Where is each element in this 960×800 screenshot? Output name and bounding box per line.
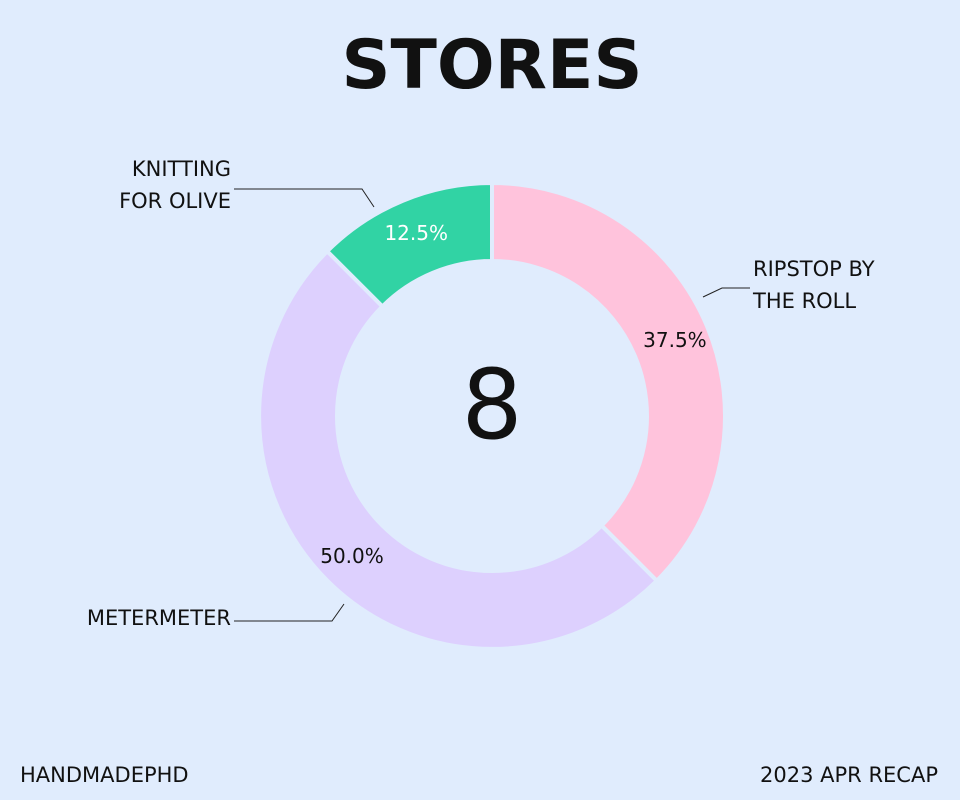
footer-recap-date: 2023 APR RECAP xyxy=(760,763,938,787)
percent-label-ripstop-by-the-roll: 37.5% xyxy=(643,328,707,352)
percent-label-metermeter: 50.0% xyxy=(320,544,384,568)
footer-brand: HANDMADEPHD xyxy=(20,763,189,787)
leader-line-metermeter xyxy=(234,603,345,622)
percent-label-knitting-for-olive: 12.5% xyxy=(384,221,448,245)
category-label-ripstop-by-the-roll: RIPSTOP BY THE ROLL xyxy=(752,257,875,313)
category-label-metermeter: METERMETER xyxy=(87,606,231,630)
category-label-knitting-for-olive: KNITTING FOR OLIVE xyxy=(119,157,231,213)
stores-donut-chart: STORES 37.5% 50.0% 12.5% RIPSTOP BY THE ROL… xyxy=(20,26,938,787)
center-total-value: 8 xyxy=(461,349,522,461)
chart-title: STORES xyxy=(342,26,643,105)
leader-line-ripstop-by-the-roll xyxy=(702,287,750,298)
slice-ripstop-by-the-roll xyxy=(490,180,727,584)
leader-line-knitting-for-olive xyxy=(234,188,375,208)
slice-metermeter xyxy=(257,248,660,651)
